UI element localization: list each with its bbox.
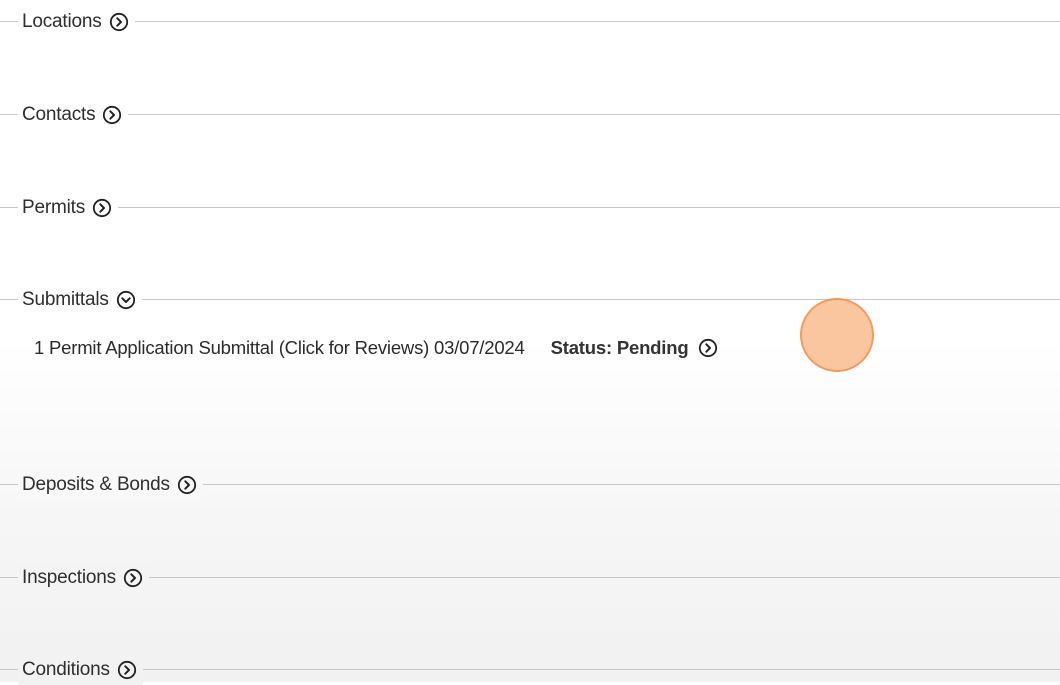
chevron-right-circle-icon[interactable] [177,475,197,495]
chevron-right-circle-icon[interactable] [92,198,112,218]
section-locations: Locations [0,7,1060,37]
section-header-contacts[interactable]: Contacts [18,100,129,130]
chevron-right-circle-icon[interactable] [698,338,718,358]
section-label-contacts: Contacts [22,104,96,125]
section-inspections: Inspections [0,563,1060,593]
section-divider [0,299,1060,300]
section-label-permits: Permits [22,197,85,218]
submittal-link[interactable]: 1 Permit Application Submittal (Click fo… [34,337,525,359]
section-permits: Permits [0,193,1060,223]
submittal-status: Status: Pending [550,337,689,358]
chevron-right-circle-icon[interactable] [123,568,143,588]
section-divider [0,207,1060,208]
section-label-submittals: Submittals [22,289,109,310]
section-header-conditions[interactable]: Conditions [18,655,143,685]
section-label-inspections: Inspections [22,567,116,588]
section-conditions: Conditions [0,655,1060,685]
submittal-list-item: 1 Permit Application Submittal (Click fo… [34,333,718,363]
section-header-deposits-bonds[interactable]: Deposits & Bonds [18,470,203,500]
chevron-down-circle-icon[interactable] [116,290,136,310]
section-deposits-bonds: Deposits & Bonds [0,470,1060,500]
chevron-right-circle-icon[interactable] [109,12,129,32]
section-label-conditions: Conditions [22,659,110,680]
section-divider [0,577,1060,578]
section-label-locations: Locations [22,11,102,32]
section-header-inspections[interactable]: Inspections [18,563,149,593]
chevron-right-circle-icon[interactable] [102,105,122,125]
section-header-locations[interactable]: Locations [18,7,135,37]
section-contacts: Contacts [0,100,1060,130]
section-label-deposits-bonds: Deposits & Bonds [22,474,170,495]
section-divider [0,114,1060,115]
section-divider [0,21,1060,22]
section-divider [0,669,1060,670]
section-header-submittals[interactable]: Submittals [18,285,142,315]
section-header-permits[interactable]: Permits [18,193,118,223]
section-submittals: Submittals [0,285,1060,315]
chevron-right-circle-icon[interactable] [117,660,137,680]
